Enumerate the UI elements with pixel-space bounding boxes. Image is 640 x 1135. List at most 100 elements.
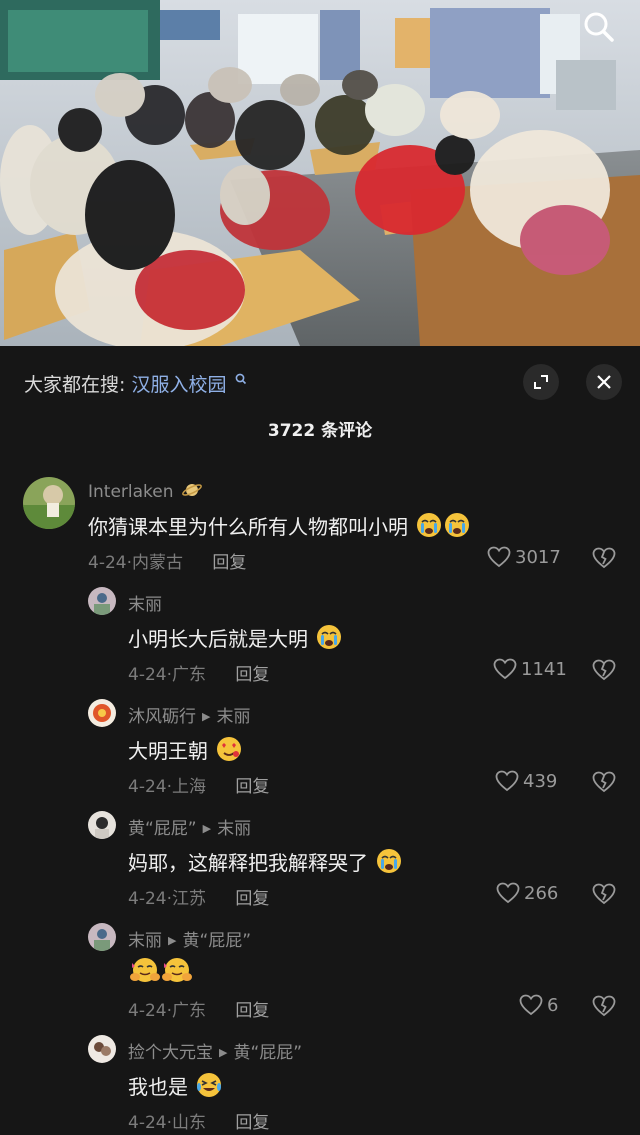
comment-location: 江苏 xyxy=(172,889,206,909)
reply-button[interactable]: 回复 xyxy=(235,665,269,685)
reply-to-user[interactable]: 末丽 xyxy=(216,707,250,727)
username-text: 末丽 xyxy=(128,595,162,615)
comment-username[interactable]: 黄“屁屁” ▶ 末丽 xyxy=(128,814,251,839)
small-search-icon xyxy=(235,370,247,392)
dislike-button[interactable] xyxy=(592,659,616,685)
reply-button[interactable]: 回复 xyxy=(235,889,269,909)
reply-button[interactable]: 回复 xyxy=(235,1113,269,1133)
reply-button[interactable]: 回复 xyxy=(235,777,269,797)
dislike-button[interactable] xyxy=(592,771,616,797)
comment-date: 4-24 xyxy=(128,1113,167,1133)
search-icon[interactable] xyxy=(580,8,620,48)
avatar[interactable] xyxy=(88,587,116,615)
avatar[interactable] xyxy=(88,923,116,951)
heart-outline-icon xyxy=(495,770,519,792)
heart-outline-icon xyxy=(493,658,517,680)
reply-button[interactable]: 回复 xyxy=(212,553,246,573)
reply-arrow-icon: ▶ xyxy=(202,822,212,835)
like-count: 439 xyxy=(523,770,558,792)
comment-text: 小明长大后就是大明 xyxy=(128,623,342,655)
like-button[interactable]: 266 xyxy=(496,882,558,904)
like-button[interactable]: 6 xyxy=(519,994,558,1016)
like-button[interactable]: 1141 xyxy=(493,658,567,680)
comment-text: 我也是 xyxy=(128,1071,222,1103)
reply-arrow-icon: ▶ xyxy=(202,710,211,723)
trending-search[interactable]: 大家都在搜: 汉服入校园 xyxy=(24,370,247,397)
comment-text: 妈耶，这解释把我解释哭了 xyxy=(128,847,402,879)
comment-location: 山东 xyxy=(172,1113,206,1133)
crying-face-icon xyxy=(376,848,402,879)
username-text: 黄“屁屁” xyxy=(128,819,197,839)
reply-to-user[interactable]: 黄“屁屁” xyxy=(233,1043,302,1063)
comment-text: 大明王朝 xyxy=(128,735,242,767)
comment-text-content: 妈耶，这解释把我解释哭了 xyxy=(128,851,368,875)
broken-heart-icon xyxy=(592,659,616,681)
avatar[interactable] xyxy=(23,477,75,529)
reply-arrow-icon: ▶ xyxy=(168,934,177,947)
broken-heart-icon xyxy=(592,771,616,793)
avatar[interactable] xyxy=(88,811,116,839)
trending-prefix: 大家都在搜: xyxy=(24,374,126,396)
heart-eyes-face-icon xyxy=(216,736,242,767)
laughing-tears-face-icon xyxy=(196,1072,222,1103)
comment-text-content: 小明长大后就是大明 xyxy=(128,627,308,651)
like-button[interactable]: 3017 xyxy=(487,546,561,568)
close-button[interactable] xyxy=(586,364,622,400)
comment-date: 4-24 xyxy=(128,889,167,909)
reply-button[interactable]: 回复 xyxy=(235,1001,269,1021)
hugging-face-icon xyxy=(162,957,192,990)
comment-date: 4-24 xyxy=(88,553,127,573)
comment-meta: 4-24·江苏 回复 xyxy=(128,889,270,909)
expand-button[interactable] xyxy=(523,364,559,400)
username-text: 捡个大元宝 xyxy=(128,1043,213,1063)
expand-icon xyxy=(534,375,548,389)
comment-sheet: 大家都在搜: 汉服入校园 3722 条评论 xyxy=(0,346,640,1135)
comment-text: 你猜课本里为什么所有人物都叫小明 xyxy=(88,511,470,543)
comment-text-content: 大明王朝 xyxy=(128,739,208,763)
crying-face-icon xyxy=(444,512,470,543)
broken-heart-icon xyxy=(592,547,616,569)
like-count: 266 xyxy=(524,882,559,904)
like-button[interactable]: 439 xyxy=(495,770,557,792)
dislike-button[interactable] xyxy=(592,547,616,573)
avatar[interactable] xyxy=(88,1035,116,1063)
comment-meta: 4-24·广东 回复 xyxy=(128,665,270,685)
crying-face-icon xyxy=(416,512,442,543)
comment-text xyxy=(128,957,192,990)
close-icon xyxy=(597,375,611,389)
dislike-button[interactable] xyxy=(592,883,616,909)
heart-outline-icon xyxy=(487,546,511,568)
planet-badge-icon xyxy=(181,479,203,506)
heart-outline-icon xyxy=(496,882,520,904)
username-text: Interlaken xyxy=(88,482,174,502)
comment-username[interactable]: 末丽 xyxy=(128,590,162,615)
comment-location: 内蒙古 xyxy=(132,553,183,573)
reply-to-user[interactable]: 末丽 xyxy=(217,819,251,839)
trending-keyword[interactable]: 汉服入校园 xyxy=(131,374,226,396)
comment-meta: 4-24·上海 回复 xyxy=(128,777,270,797)
comment-date: 4-24 xyxy=(128,1001,167,1021)
comment-count: 3722 条评论 xyxy=(267,421,373,441)
hugging-face-icon xyxy=(130,957,160,990)
comment-username[interactable]: 沐风砺行 ▶ 末丽 xyxy=(128,702,250,727)
reply-arrow-icon: ▶ xyxy=(219,1046,228,1059)
comment-date: 4-24 xyxy=(128,777,167,797)
comment-meta: 4-24·山东 回复 xyxy=(128,1113,270,1133)
comment-meta: 4-24·广东 回复 xyxy=(128,1001,270,1021)
username-text: 沐风砺行 xyxy=(128,707,196,727)
comment-username[interactable]: 捡个大元宝 ▶ 黄“屁屁” xyxy=(128,1038,302,1063)
comment-date: 4-24 xyxy=(128,665,167,685)
crying-face-icon xyxy=(316,624,342,655)
like-count: 3017 xyxy=(515,546,561,568)
reply-to-user[interactable]: 黄“屁屁” xyxy=(182,931,251,951)
post-photo[interactable] xyxy=(0,0,640,346)
comment-text-content: 你猜课本里为什么所有人物都叫小明 xyxy=(88,515,408,539)
dislike-button[interactable] xyxy=(592,995,616,1021)
avatar[interactable] xyxy=(88,699,116,727)
comment-username[interactable]: Interlaken xyxy=(88,479,203,506)
classroom-photo xyxy=(0,0,640,346)
comment-username[interactable]: 末丽 ▶ 黄“屁屁” xyxy=(128,926,251,951)
comment-location: 广东 xyxy=(172,665,206,685)
comment-location: 广东 xyxy=(172,1001,206,1021)
username-text: 末丽 xyxy=(128,931,162,951)
